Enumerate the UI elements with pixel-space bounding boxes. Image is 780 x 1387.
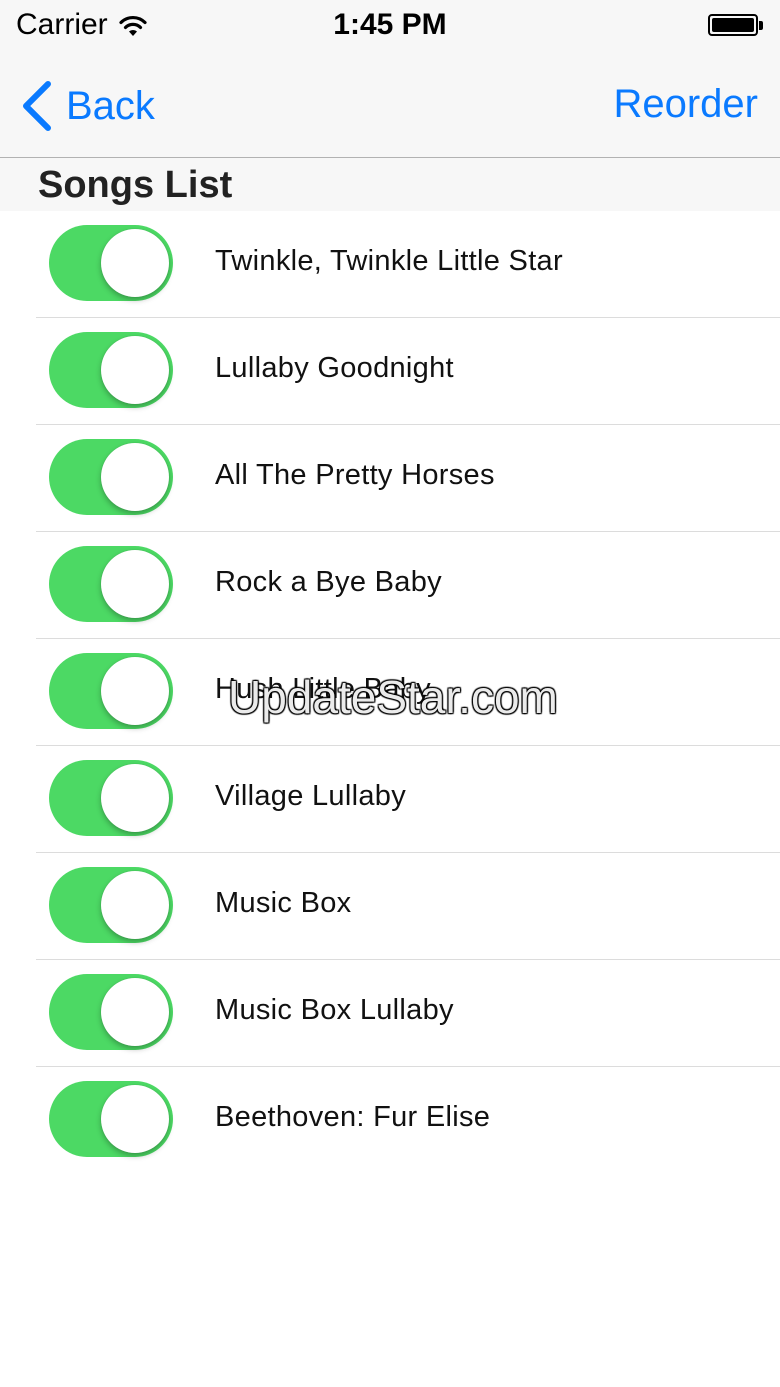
song-title: Beethoven: Fur Elise (215, 1101, 491, 1133)
song-toggle[interactable] (49, 974, 173, 1050)
reorder-button[interactable]: Reorder (613, 82, 758, 127)
status-bar: Carrier 1:45 PM (0, 0, 780, 54)
list-item: Beethoven: Fur Elise (0, 1067, 780, 1174)
section-header: Songs List (0, 158, 780, 211)
toggle-knob (101, 229, 169, 297)
song-toggle[interactable] (49, 760, 173, 836)
song-title: Lullaby Goodnight (215, 352, 454, 384)
song-toggle[interactable] (49, 332, 173, 408)
toggle-knob (101, 336, 169, 404)
list-item: Music Box (0, 853, 780, 960)
toggle-knob (101, 657, 169, 725)
back-button-label: Back (66, 83, 155, 128)
list-item: Twinkle, Twinkle Little Star (0, 211, 780, 318)
songs-list: Twinkle, Twinkle Little Star Lullaby Goo… (0, 211, 780, 1174)
toggle-knob (101, 443, 169, 511)
toggle-knob (101, 978, 169, 1046)
song-toggle[interactable] (49, 225, 173, 301)
status-time: 1:45 PM (333, 8, 447, 41)
song-title: Hush Little Baby (215, 673, 431, 705)
song-title: Music Box (215, 887, 352, 919)
list-item: Village Lullaby (0, 746, 780, 853)
song-title: Village Lullaby (215, 780, 406, 812)
song-toggle[interactable] (49, 546, 173, 622)
chevron-left-icon (23, 81, 51, 131)
toggle-knob (101, 550, 169, 618)
toggle-knob (101, 871, 169, 939)
song-title: All The Pretty Horses (215, 459, 495, 491)
list-item: Music Box Lullaby (0, 960, 780, 1067)
song-toggle[interactable] (49, 439, 173, 515)
list-item: Lullaby Goodnight (0, 318, 780, 425)
list-item: Rock a Bye Baby (0, 532, 780, 639)
list-item: All The Pretty Horses (0, 425, 780, 532)
song-toggle[interactable] (49, 1081, 173, 1157)
navigation-bar: Back Reorder (0, 54, 780, 158)
song-toggle[interactable] (49, 653, 173, 729)
back-button[interactable]: Back (18, 78, 155, 134)
song-title: Twinkle, Twinkle Little Star (215, 245, 563, 277)
song-toggle[interactable] (49, 867, 173, 943)
song-title: Rock a Bye Baby (215, 566, 442, 598)
section-title: Songs List (38, 164, 233, 206)
toggle-knob (101, 764, 169, 832)
song-title: Music Box Lullaby (215, 994, 454, 1026)
list-item: Hush Little Baby (0, 639, 780, 746)
toggle-knob (101, 1085, 169, 1153)
battery-icon (708, 14, 766, 38)
